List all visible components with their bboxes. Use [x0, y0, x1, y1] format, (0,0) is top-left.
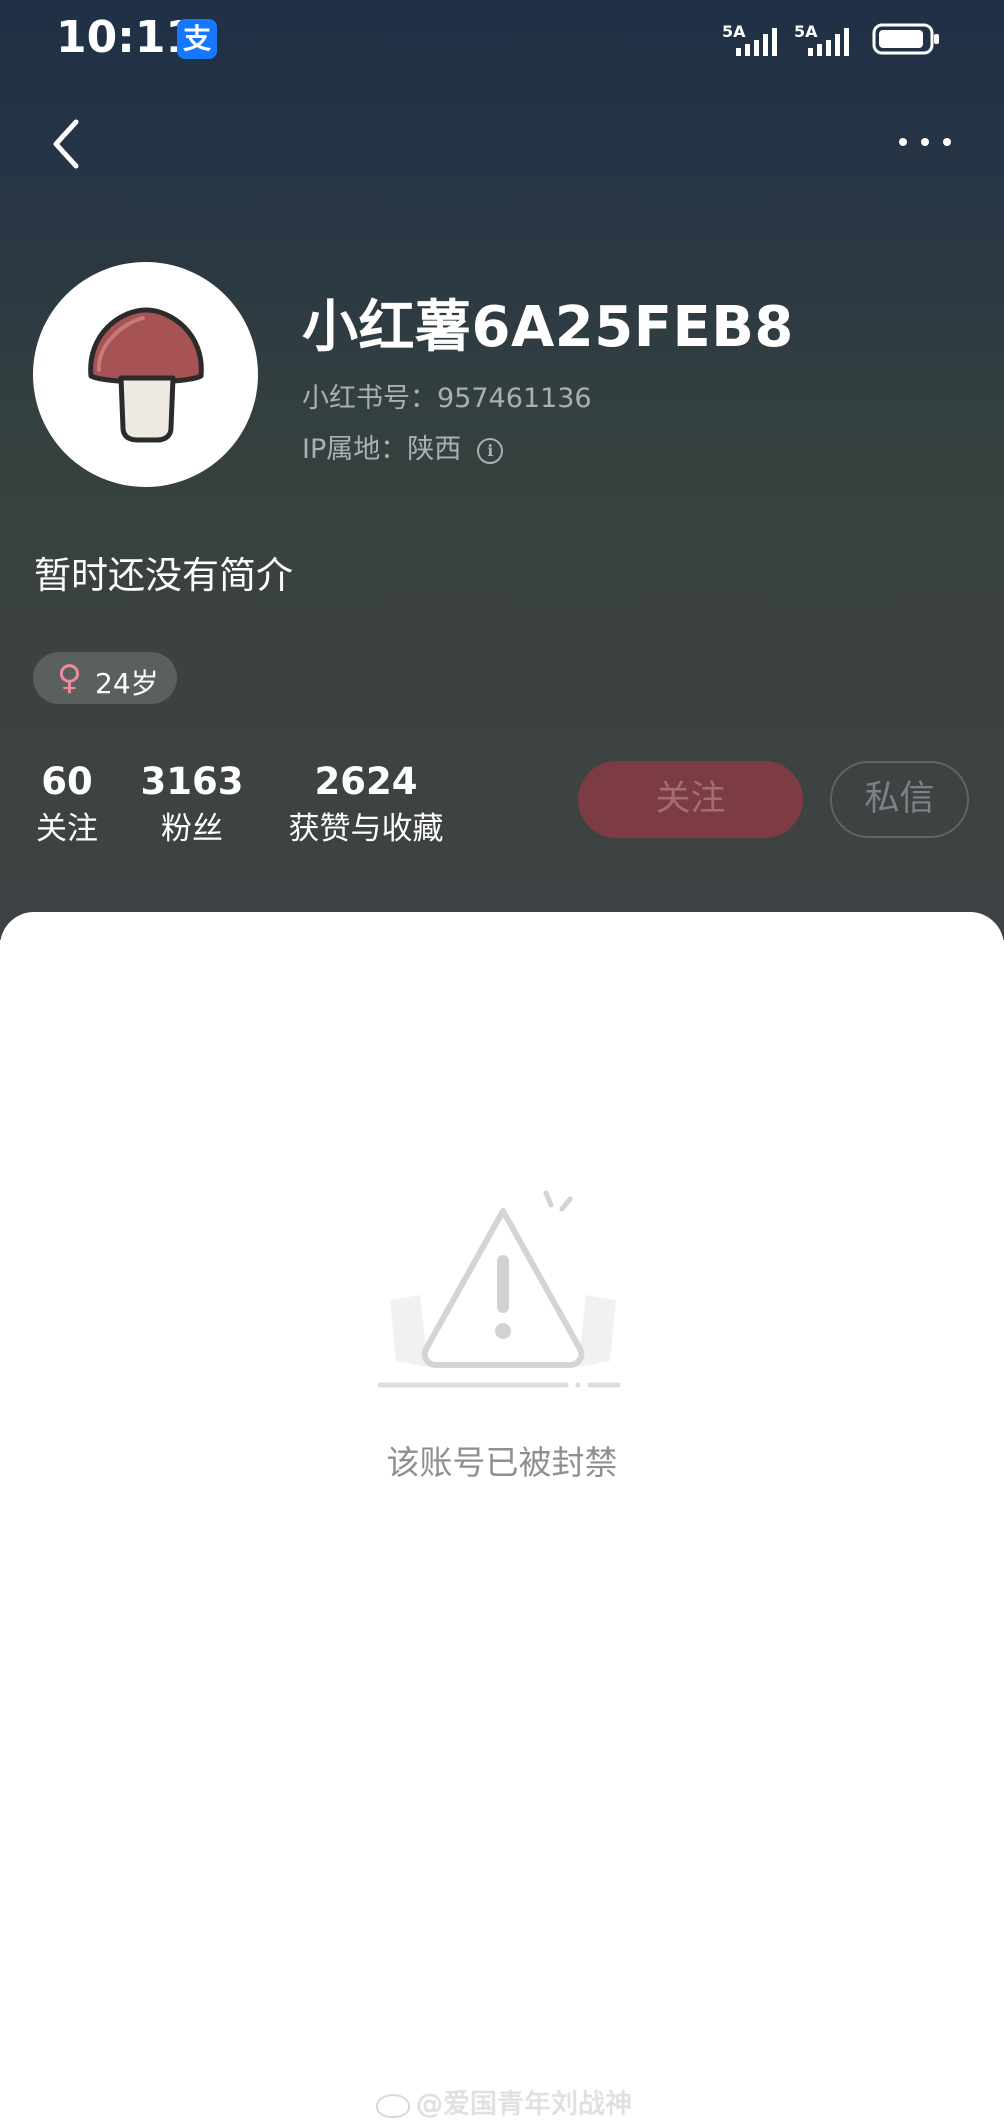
profile-bio: 暂时还没有简介: [34, 554, 293, 597]
alipay-icon: 支: [177, 19, 217, 59]
stat-value: 3163: [140, 760, 244, 803]
battery-icon: [872, 23, 939, 55]
status-time: 10:11: [56, 12, 197, 63]
stat-value: 60: [41, 760, 93, 803]
stat-label: 粉丝: [161, 811, 223, 847]
content-panel: [0, 912, 1004, 2127]
more-dots-icon[interactable]: [895, 132, 955, 152]
stat-label: 获赞与收藏: [288, 811, 444, 847]
account-id: 小红书号：957461136: [302, 383, 592, 414]
mushroom-icon: [88, 307, 204, 443]
status-bar: 10:11 支 5A 5A: [0, 0, 1004, 80]
stat-likes-and-collections[interactable]: 2624 获赞与收藏: [278, 758, 454, 852]
weibo-icon: [376, 2093, 410, 2118]
female-icon: ♀: [57, 658, 82, 698]
watermark: @爱国青年刘战神: [376, 2082, 632, 2121]
gender-age-tag: ♀ 24岁: [33, 652, 177, 704]
watermark-text: @爱国青年刘战神: [416, 2089, 632, 2120]
avatar[interactable]: [33, 262, 258, 487]
follow-button[interactable]: 关注: [578, 761, 803, 838]
age-label: 24岁: [95, 667, 159, 700]
stat-label: 关注: [36, 811, 98, 847]
banned-message: 该账号已被封禁: [386, 1443, 618, 1482]
stat-following[interactable]: 60 关注: [30, 758, 104, 852]
ip-location-label: IP属地：陕西: [302, 434, 462, 465]
signal-icon: 5A: [794, 22, 849, 56]
stat-followers[interactable]: 3163 粉丝: [140, 758, 244, 852]
signal-label: 5A: [794, 22, 818, 41]
signal-icon: 5A: [722, 22, 777, 56]
username: 小红薯6A25FEB8: [302, 295, 794, 360]
message-button[interactable]: 私信: [830, 761, 969, 838]
warning-triangle-icon: [378, 1190, 621, 1388]
stat-value: 2624: [314, 760, 418, 803]
back-icon[interactable]: [46, 114, 86, 174]
ip-location: IP属地：陕西 i: [302, 427, 504, 466]
info-icon[interactable]: i: [477, 437, 504, 464]
signal-label: 5A: [722, 22, 746, 41]
